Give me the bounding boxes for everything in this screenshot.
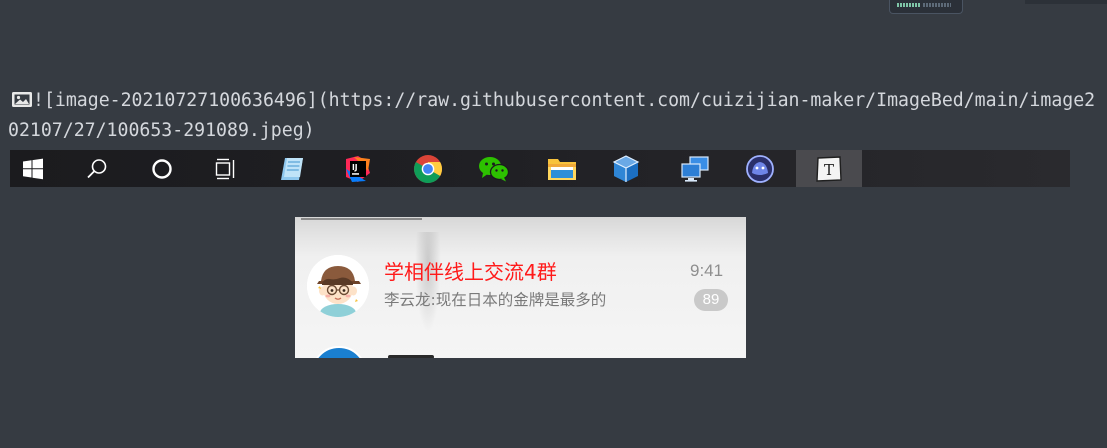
file-explorer-icon xyxy=(548,158,576,180)
taskbar-app-file-explorer[interactable] xyxy=(539,150,585,187)
window-edge xyxy=(1025,0,1107,4)
typora-letter: T xyxy=(824,161,834,179)
floating-widget[interactable] xyxy=(889,0,963,14)
remote-desktop-icon xyxy=(681,155,709,182)
intellij-idea-icon: IJ xyxy=(346,155,370,182)
notepad-app-icon xyxy=(281,157,303,180)
chrome-icon xyxy=(414,154,442,183)
round-app-icon xyxy=(746,154,774,183)
search-button[interactable] xyxy=(74,150,120,187)
taskbar-app-typora[interactable]: T xyxy=(796,150,862,187)
taskbar-app-virtualbox[interactable] xyxy=(603,150,649,187)
markdown-source-text: ![image-20210727100636496](https://raw.g… xyxy=(8,90,1096,141)
chat-name: 学相伴线上交流4群 xyxy=(384,260,557,284)
chat-preview: 李云龙:现在日本的金牌是最多的 xyxy=(384,291,607,309)
image-icon xyxy=(12,92,32,107)
typora-icon: T xyxy=(816,155,842,182)
taskbar-app-notepad[interactable] xyxy=(269,150,315,187)
task-view-icon xyxy=(215,158,235,179)
group-avatar[interactable] xyxy=(307,255,369,317)
top-divider xyxy=(301,218,422,220)
cortana-button[interactable] xyxy=(139,150,185,187)
chat-time: 9:41 xyxy=(690,261,724,280)
taskbar-app-round[interactable] xyxy=(737,150,783,187)
taskbar-app-chrome[interactable] xyxy=(405,150,451,187)
unread-badge: 89 xyxy=(694,289,728,311)
next-chat-name xyxy=(388,355,434,358)
taskbar-app-intellij[interactable]: IJ xyxy=(335,150,381,187)
meter-bar-secondary xyxy=(923,3,951,7)
markdown-image-source[interactable]: ![image-20210727100636496](https://raw.g… xyxy=(8,86,1098,146)
taskbar-app-remote-desktop[interactable] xyxy=(672,150,718,187)
wechat-icon xyxy=(479,156,510,181)
windows-start-button[interactable] xyxy=(10,150,56,187)
chat-screenshot: 学相伴线上交流4群 9:41 李云龙:现在日本的金牌是最多的 89 xyxy=(295,217,746,358)
task-view-button[interactable] xyxy=(203,150,249,187)
virtualbox-icon xyxy=(612,154,640,182)
windows-taskbar: IJ T xyxy=(10,150,1070,187)
cortana-icon xyxy=(152,158,172,179)
meter-bar xyxy=(897,3,921,7)
next-chat-avatar[interactable] xyxy=(311,346,367,358)
svg-text:IJ: IJ xyxy=(352,163,358,172)
taskbar-app-wechat[interactable] xyxy=(471,150,517,187)
windows-start-icon xyxy=(23,158,43,179)
search-icon xyxy=(87,158,107,178)
